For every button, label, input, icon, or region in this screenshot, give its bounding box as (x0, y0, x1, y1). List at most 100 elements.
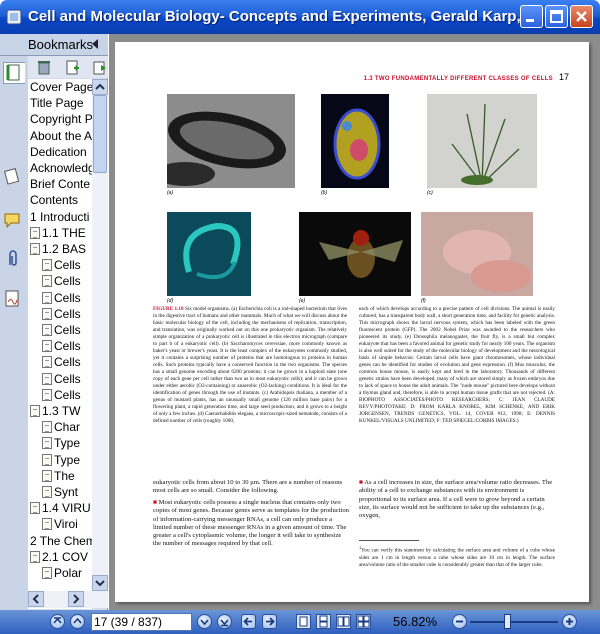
bookmark-item[interactable]: 1.2 BAS (30, 241, 86, 257)
first-page-button[interactable] (50, 614, 65, 629)
bookmark-item[interactable]: 2.1 COV (30, 549, 88, 565)
bookmark-item[interactable]: Type (42, 452, 80, 468)
bookmarks-vertical-scrollbar[interactable] (92, 79, 108, 591)
paperclip-icon (9, 250, 17, 266)
zoom-slider-thumb[interactable] (503, 614, 511, 629)
bookmark-label: 1.3 TW (42, 404, 81, 418)
bookmark-item[interactable]: Type (42, 435, 80, 451)
expand-bookmark-icon[interactable] (92, 59, 108, 75)
tab-bookmarks[interactable] (3, 62, 25, 84)
scroll-thumb[interactable] (93, 95, 107, 173)
bookmark-item[interactable]: Dedication (30, 144, 87, 160)
bookmark-item[interactable]: Viroi (42, 516, 78, 532)
scroll-down-arrow[interactable] (92, 575, 108, 591)
plus-icon (566, 618, 573, 625)
bookmark-label: The (54, 468, 75, 483)
arrow-right-icon (266, 617, 275, 626)
bookmark-page-icon (42, 356, 52, 369)
single-page-view-button[interactable] (296, 614, 311, 629)
photo-label: (c) (427, 190, 433, 196)
page-number-input[interactable]: 17 (39 / 837) (91, 613, 192, 631)
bookmark-item[interactable]: About the A (30, 128, 92, 144)
bookmark-item[interactable]: Cells (42, 322, 81, 338)
bookmark-label: Copyright Pa (30, 112, 92, 127)
bookmarks-horizontal-scrollbar[interactable] (28, 591, 108, 608)
document-viewer[interactable]: 1.3 TWO FUNDAMENTALLY DIFFERENT CLASSES … (109, 34, 600, 610)
tab-signatures[interactable] (3, 289, 25, 311)
figure-caption-continued: each of which develops according to a pr… (359, 306, 555, 424)
bookmark-page-icon (42, 340, 52, 353)
bookmark-item[interactable]: 1.1 THE (30, 225, 86, 241)
new-bookmark-icon[interactable] (64, 59, 80, 75)
bookmark-item[interactable]: Cells (42, 354, 81, 370)
bookmark-page-icon (42, 437, 52, 450)
bookmark-item[interactable]: Acknowledg (30, 160, 92, 176)
bookmark-label: Cells (54, 355, 81, 370)
bookmark-item[interactable]: Synt (42, 484, 78, 500)
close-button[interactable] (570, 5, 593, 28)
photo-label: (a) (167, 190, 174, 196)
continuous-facing-view-button[interactable] (356, 614, 371, 629)
chevron-right-icon (73, 594, 80, 604)
window-title: Cell and Molecular Biology- Concepts and… (28, 8, 538, 25)
continuous-view-button[interactable] (316, 614, 331, 629)
facing-view-button[interactable] (336, 614, 351, 629)
bookmark-page-icon (42, 307, 52, 320)
collapse-panel-icon[interactable] (92, 39, 98, 49)
last-page-button[interactable] (217, 614, 232, 629)
minimize-button[interactable] (520, 5, 543, 28)
bookmark-item[interactable]: 1.3 TW (30, 403, 80, 419)
bookmark-item[interactable]: The (42, 468, 75, 484)
bookmarks-title: Bookmarks (28, 37, 94, 52)
bookmark-item[interactable]: Cells (42, 306, 81, 322)
scroll-up-arrow[interactable] (92, 79, 108, 95)
zoom-out-button[interactable] (452, 614, 467, 629)
go-back-button[interactable] (241, 614, 256, 629)
delete-bookmark-icon[interactable] (36, 59, 52, 75)
bookmark-item[interactable]: Cells (42, 338, 81, 354)
bookmark-item[interactable]: Cells (42, 257, 81, 273)
maximize-button[interactable] (545, 5, 568, 28)
bookmark-label: Viroi (54, 517, 78, 532)
bookmark-item[interactable]: Contents (30, 192, 78, 208)
previous-page-button[interactable] (70, 614, 85, 629)
zoom-slider-track[interactable] (470, 621, 558, 623)
bookmark-label: Acknowledg (30, 161, 92, 175)
bookmark-item[interactable]: Cells (42, 387, 81, 403)
bookmark-item[interactable]: Brief Conte (30, 176, 90, 192)
tab-pages[interactable] (3, 166, 25, 188)
bookmark-label: Polar (54, 566, 83, 580)
bookmark-item[interactable]: Cells (42, 273, 81, 289)
bookmark-item[interactable]: Copyright Pa (30, 111, 92, 127)
scroll-right-arrow[interactable] (68, 591, 84, 607)
bookmark-item[interactable]: 2 The Chem (30, 533, 92, 549)
go-forward-button[interactable] (262, 614, 277, 629)
scroll-left-arrow[interactable] (28, 591, 44, 607)
zoom-level[interactable]: 56.82% (393, 614, 437, 629)
bookmark-item[interactable]: Polar (42, 565, 82, 581)
bookmark-item[interactable]: Title Page (30, 95, 84, 111)
next-page-button[interactable] (197, 614, 212, 629)
bookmark-label: 2 The Chem (30, 533, 92, 548)
bookmark-item[interactable]: Cells (42, 290, 81, 306)
tab-comments[interactable] (3, 211, 25, 233)
bookmark-label: Cells (54, 290, 81, 305)
footnote-rule (359, 540, 419, 541)
first-page-icon (53, 617, 62, 624)
bookmark-item[interactable]: Char (42, 419, 80, 435)
bookmark-item[interactable]: 1.4 VIRU (30, 500, 91, 516)
document-page: 1.3 TWO FUNDAMENTALLY DIFFERENT CLASSES … (115, 42, 589, 602)
bookmarks-tree[interactable]: Cover Page Title PageCopyright PaAbout th… (28, 79, 92, 609)
bookmark-item[interactable]: Cover Page (30, 79, 92, 95)
section-header: 1.3 TWO FUNDAMENTALLY DIFFERENT CLASSES … (363, 76, 553, 82)
bookmark-item[interactable]: 1 Introducti (30, 209, 89, 225)
bookmark-label: Dedication (30, 144, 87, 159)
tab-attachments[interactable] (3, 249, 25, 271)
body-intro: eukaryotic cells from about 10 to 30 μm.… (153, 479, 343, 495)
bookmark-item[interactable]: Cells (42, 371, 81, 387)
bookmarks-header: Bookmarks (0, 34, 108, 56)
zoom-in-button[interactable] (562, 614, 577, 629)
title-bar[interactable]: Cell and Molecular Biology- Concepts and… (0, 0, 600, 34)
photo-label: (e) (299, 298, 306, 304)
body-left-bullet: ■ Most eukaryotic cells possess a single… (153, 499, 349, 595)
